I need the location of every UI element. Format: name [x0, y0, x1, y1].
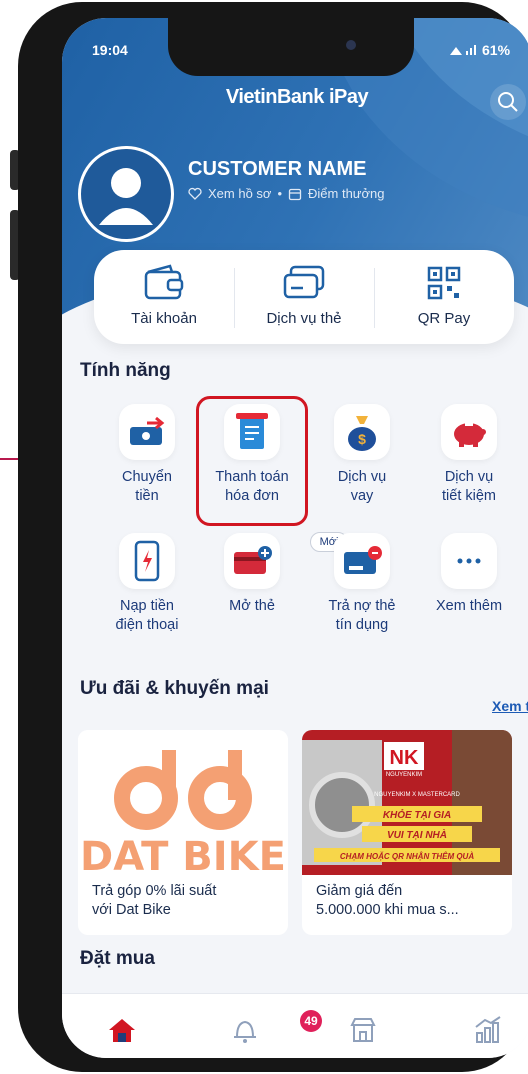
feature-label: Trả nợ thẻ tín dụng — [328, 598, 396, 633]
avatar[interactable] — [78, 146, 174, 242]
feature-label: Nạp tiền điện thoại — [115, 598, 179, 633]
quick-action-label: QR Pay — [417, 310, 471, 327]
feature-open-card[interactable]: Mở thẻ — [197, 533, 307, 616]
reward-points-link[interactable]: Điểm thưởng — [308, 186, 384, 201]
tab-home[interactable] — [104, 1012, 140, 1048]
svg-text:VUI TẠI NHÀ: VUI TẠI NHÀ — [387, 828, 447, 841]
feature-see-more[interactable]: Xem thêm — [414, 533, 524, 616]
front-camera — [346, 40, 356, 50]
svg-text:$: $ — [358, 431, 366, 447]
calendar-icon — [288, 188, 302, 200]
highlight-box — [196, 396, 308, 526]
battery-level: 61% — [482, 42, 511, 58]
status-time: 19:04 — [92, 42, 128, 58]
promo-description: Giảm giá đến 5.000.000 khi mua s... — [316, 883, 459, 918]
promo-description: Trả góp 0% lãi suất với Dat Bike — [92, 883, 217, 918]
phone-topup-icon — [119, 533, 175, 589]
search-button[interactable] — [490, 84, 526, 120]
svg-text:NK: NK — [390, 747, 419, 769]
quick-action-qr-pay[interactable]: QR Pay — [374, 250, 514, 344]
feature-label: Dịch vụ tiết kiệm — [442, 469, 496, 504]
feature-label: Mở thẻ — [229, 598, 275, 614]
user-avatar-icon — [99, 168, 153, 225]
features-title: Tính năng — [80, 360, 171, 381]
home-icon — [109, 1019, 135, 1042]
feature-money-transfer[interactable]: Chuyển tiền — [92, 404, 202, 506]
dat-bike-logo: DAT BIKE — [78, 730, 288, 880]
loan-bag-icon: $ — [334, 404, 390, 460]
tab-notifications[interactable] — [227, 1012, 263, 1048]
promo-card-nguyen-kim[interactable]: NK NGUYENKIM NGUYENKIM X MASTERCARD KHỎE… — [302, 730, 512, 935]
heart-icon — [188, 187, 202, 200]
feature-savings[interactable]: Dịch vụ tiết kiệm — [414, 404, 524, 506]
bell-icon — [234, 1020, 256, 1043]
feature-label: Dịch vụ vay — [337, 469, 387, 504]
quick-action-card-service[interactable]: Dịch vụ thẻ — [234, 250, 374, 344]
notification-count-badge: 49 — [300, 1010, 322, 1032]
feature-phone-topup[interactable]: Nạp tiền điện thoại — [92, 533, 202, 635]
bottom-tab-bar — [62, 993, 528, 1058]
svg-text:KHỎE TẠI GIA: KHỎE TẠI GIA — [383, 808, 451, 821]
profile-links: Xem hồ sơ • Điểm thưởng — [188, 186, 385, 201]
piggy-bank-icon — [441, 404, 497, 460]
chart-icon — [475, 1016, 501, 1043]
money-transfer-icon — [119, 404, 175, 460]
more-icon — [441, 533, 497, 589]
promotions-title: Ưu đãi & khuyến mại — [80, 678, 269, 699]
tab-store[interactable] — [345, 1012, 381, 1048]
view-profile-link[interactable]: Xem hồ sơ — [208, 186, 271, 201]
separator: • — [277, 186, 283, 201]
promo-card-dat-bike[interactable]: DAT BIKE Trả góp 0% lãi suất với Dat Bike — [78, 730, 288, 935]
svg-text:NGUYENKIM X MASTERCARD: NGUYENKIM X MASTERCARD — [374, 792, 460, 798]
phone-notch — [168, 18, 414, 76]
status-indicators: 61% — [448, 42, 510, 58]
open-card-icon — [224, 533, 280, 589]
nguyen-kim-banner: NK NGUYENKIM NGUYENKIM X MASTERCARD KHỎE… — [302, 730, 512, 875]
svg-text:NGUYENKIM: NGUYENKIM — [386, 772, 422, 778]
credit-card-pay-icon — [334, 533, 390, 589]
wallet-icon — [144, 264, 184, 300]
signal-icon — [450, 45, 476, 55]
quick-actions: Tài khoản Dịch vụ thẻ QR Pay — [94, 250, 514, 344]
app-brand: VietinBank iPay — [225, 86, 369, 108]
tab-investment[interactable] — [470, 1012, 506, 1048]
card-icon — [283, 265, 325, 299]
svg-text:DAT BIKE: DAT BIKE — [80, 834, 286, 880]
see-all-link[interactable]: Xem tất c — [492, 698, 528, 714]
order-title: Đặt mua — [80, 948, 155, 969]
feature-label: Chuyển tiền — [122, 469, 172, 504]
quick-action-account[interactable]: Tài khoản — [94, 250, 234, 344]
search-icon — [498, 92, 518, 112]
phone-frame: 19:04 61% VietinBank iPay CUSTOMER NAME … — [18, 2, 528, 1072]
feature-label: Xem thêm — [435, 598, 503, 614]
qr-code-icon — [427, 266, 461, 300]
feature-loan[interactable]: $ Dịch vụ vay — [307, 404, 417, 506]
quick-action-label: Dịch vụ thẻ — [266, 310, 342, 327]
store-icon — [350, 1018, 376, 1042]
quick-action-label: Tài khoản — [131, 310, 197, 327]
svg-text:CHẠM HOẶC QR NHẬN THÊM QUÀ: CHẠM HOẶC QR NHẬN THÊM QUÀ — [340, 852, 474, 861]
customer-name: CUSTOMER NAME — [188, 158, 367, 180]
feature-credit-repay[interactable]: Trả nợ thẻ tín dụng — [307, 533, 417, 635]
app-screen: 19:04 61% VietinBank iPay CUSTOMER NAME … — [62, 18, 528, 1058]
